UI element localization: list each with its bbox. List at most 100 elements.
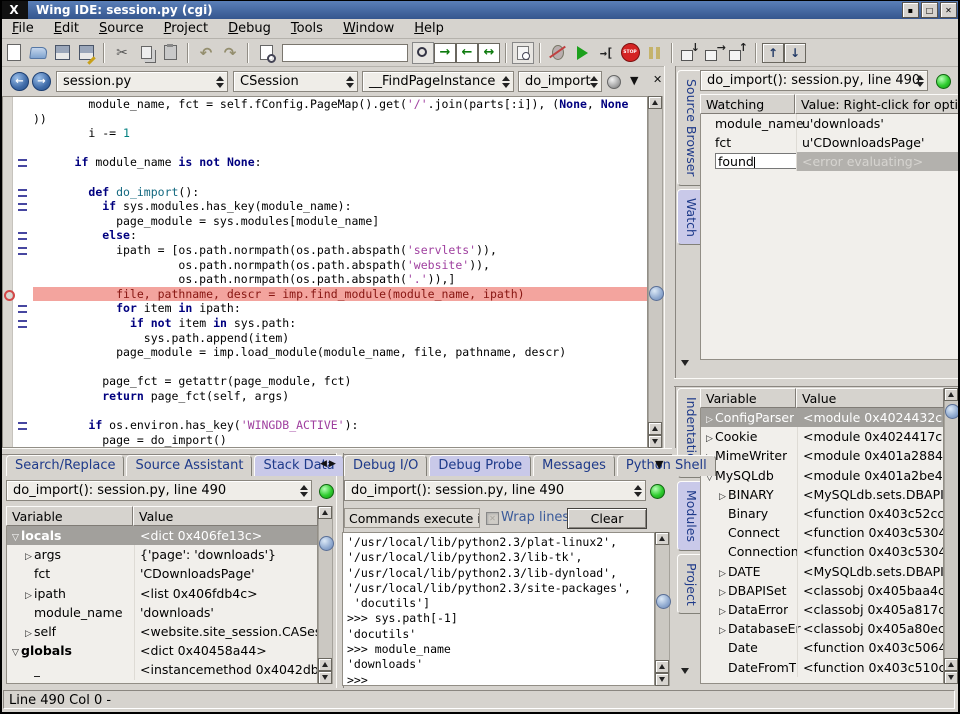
stack-row-self[interactable]: ▷self<website.site_session.CASession	[7, 622, 317, 641]
modules-row-Date[interactable]: Date<function 0x403c5064>	[701, 638, 943, 657]
menu-debug[interactable]: Debug	[218, 19, 281, 38]
frame-down-icon[interactable]	[784, 43, 806, 63]
code-editor[interactable]: module_name, fct = self.fConfig.PageMap(…	[2, 96, 648, 448]
paste-icon[interactable]	[158, 41, 182, 65]
editor-dropdown-3[interactable]: __FindPageInstance	[362, 71, 514, 92]
stack-scrollbar-up2-icon[interactable]	[318, 658, 332, 671]
stack-frame-dropdown[interactable]: do_import(): session.py, line 490	[6, 480, 312, 501]
editor-scrollbar-down-icon[interactable]	[648, 435, 662, 448]
stack-scrollbar-thumb[interactable]	[319, 536, 334, 551]
run-icon[interactable]	[570, 41, 594, 65]
close-button[interactable]: ✕	[940, 2, 957, 18]
new-file-icon[interactable]	[2, 41, 26, 65]
stack-row-locals[interactable]: ▽locals<dict 0x406fe13c>	[7, 526, 317, 545]
modules-row-DATE[interactable]: ▷DATE<MySQLdb.sets.DBAPIS	[701, 562, 943, 581]
editor-dropdown-4[interactable]: do_import	[518, 71, 602, 92]
modules-row-DataError[interactable]: ▷DataError<classobj 0x405a817c>	[701, 600, 943, 619]
probe-menu-arrow-icon[interactable]: ▼	[655, 458, 663, 471]
fold-marker-icon[interactable]	[18, 305, 27, 313]
modules-row-DBAPISet[interactable]: ▷DBAPISet<classobj 0x405baa4c>	[701, 581, 943, 600]
modules-tab-project[interactable]: Project	[677, 554, 700, 615]
maximize-button[interactable]: □	[921, 2, 938, 18]
history-forward-icon[interactable]: →	[32, 72, 51, 91]
modules-strip-scroll-icon[interactable]	[681, 668, 689, 674]
editor-right-splitter[interactable]	[664, 66, 676, 448]
probe-tab-debug-probe[interactable]: Debug Probe	[429, 455, 531, 476]
fold-marker-icon[interactable]	[18, 189, 27, 197]
watch-entry-editbox[interactable]: found	[715, 153, 799, 169]
pause-icon[interactable]	[642, 41, 666, 65]
tabs-scroll-left-icon[interactable]: ◀	[320, 459, 327, 469]
stack-row-globals[interactable]: ▽globals<dict 0x40458a44>	[7, 641, 317, 660]
editor-dropdown-1[interactable]: session.py	[56, 71, 228, 92]
watch-row-found[interactable]: found<error evaluating>	[701, 152, 959, 171]
breakpoint-icon[interactable]	[4, 290, 15, 301]
find-icon[interactable]	[412, 42, 434, 64]
cut-icon[interactable]	[110, 41, 134, 65]
stack-row-args[interactable]: ▷args{'page': 'downloads'}	[7, 545, 317, 564]
step-over-icon[interactable]	[678, 41, 702, 65]
fold-marker-icon[interactable]	[18, 232, 27, 240]
copy-icon[interactable]	[134, 41, 158, 65]
fold-marker-icon[interactable]	[18, 422, 27, 430]
undo-icon[interactable]	[194, 41, 218, 65]
modules-row-Connection[interactable]: Connection<function 0x403c5304>	[701, 542, 943, 561]
watch-tab-watch[interactable]: Watch	[677, 189, 700, 246]
toolbar-search-input[interactable]	[282, 44, 408, 62]
right-panel-splitter[interactable]	[674, 378, 958, 387]
menu-tools[interactable]: Tools	[281, 19, 333, 38]
editor-scrollbar-up-icon[interactable]	[648, 96, 662, 109]
run-to-cursor-icon[interactable]	[726, 41, 750, 65]
fold-marker-icon[interactable]	[18, 320, 27, 328]
modules-tab-modules[interactable]: Modules	[677, 481, 700, 551]
watch-strip-scroll-icon[interactable]	[681, 360, 689, 366]
modules-row-MimeWriter[interactable]: ▷MimeWriter<module 0x401a2884>	[701, 446, 943, 465]
stack-row-_[interactable]: _<instancemethod 0x4042dbe4>	[7, 660, 317, 679]
menu-window[interactable]: Window	[333, 19, 404, 38]
title-bar[interactable]: X Wing IDE: session.py (cgi) ▪ □ ✕	[0, 1, 960, 19]
editor-scrollbar-up2-icon[interactable]	[648, 422, 662, 435]
frame-up-icon[interactable]	[762, 43, 784, 63]
fold-marker-icon[interactable]	[18, 159, 27, 167]
stack-row-ipath[interactable]: ▷ipath<list 0x406fdb4c>	[7, 584, 317, 603]
modules-row-Connect[interactable]: Connect<function 0x403c5304>	[701, 523, 943, 542]
watch-row-module_name[interactable]: module_nameu'downloads'	[701, 114, 959, 133]
editor-menu-arrow-icon[interactable]: ▼	[630, 74, 638, 87]
watch-row-fct[interactable]: fctu'CDownloadsPage'	[701, 133, 959, 152]
probe-tab-debug-i-o[interactable]: Debug I/O	[344, 455, 427, 476]
console-scrollbar-up2-icon[interactable]	[655, 660, 669, 673]
buffer-sphere-icon[interactable]	[607, 75, 621, 89]
clear-history-button[interactable]: Clear History	[567, 508, 647, 529]
close-editor-icon[interactable]: ✕	[653, 73, 662, 86]
goto-both-icon[interactable]	[478, 43, 500, 63]
menu-edit[interactable]: Edit	[44, 19, 89, 38]
modules-scrollbar-up-icon[interactable]	[944, 388, 958, 401]
stack-scrollbar-up-icon[interactable]	[318, 506, 332, 519]
menu-help[interactable]: Help	[404, 19, 454, 38]
watch-frame-dropdown[interactable]: do_import(): session.py, line 490	[700, 70, 928, 91]
tabs-scroll-right-icon[interactable]: ▶	[329, 459, 336, 469]
menu-file[interactable]: File	[2, 19, 44, 38]
modules-row-BINARY[interactable]: ▷BINARY<MySQLdb.sets.DBAPIS	[701, 485, 943, 504]
console-scrollbar-up-icon[interactable]	[655, 532, 669, 545]
modules-row-DateFromT[interactable]: DateFromT<function 0x403c510c>	[701, 658, 943, 677]
debug-probe-console[interactable]: '/usr/local/lib/python2.3/plat-linux2','…	[342, 532, 655, 686]
editor-dropdown-2[interactable]: CSession	[233, 71, 358, 92]
modules-row-Binary[interactable]: Binary<function 0x403c52cc>	[701, 504, 943, 523]
watch-tab-source-browser[interactable]: Source Browser	[677, 70, 700, 186]
menu-source[interactable]: Source	[89, 19, 154, 38]
stack-tab-source-assistant[interactable]: Source Assistant	[126, 455, 252, 476]
wrap-lines-checkbox[interactable]: ✕	[486, 512, 499, 525]
console-scrollbar-thumb[interactable]	[656, 594, 671, 609]
probe-tab-messages[interactable]: Messages	[533, 455, 615, 476]
redo-icon[interactable]	[218, 41, 242, 65]
goto-previous-icon[interactable]	[456, 43, 478, 63]
goto-next-icon[interactable]	[434, 43, 456, 63]
probe-frame-dropdown[interactable]: do_import(): session.py, line 490	[344, 480, 646, 501]
stack-tab-search-replace[interactable]: Search/Replace	[6, 455, 124, 476]
modules-row-Cookie[interactable]: ▷Cookie<module 0x4024417c>	[701, 427, 943, 446]
stop-icon[interactable]	[618, 41, 642, 65]
modules-row-ConfigParser[interactable]: ▷ConfigParser<module 0x4024432c>	[701, 408, 943, 427]
open-file-icon[interactable]	[26, 41, 50, 65]
fold-marker-icon[interactable]	[18, 203, 27, 211]
